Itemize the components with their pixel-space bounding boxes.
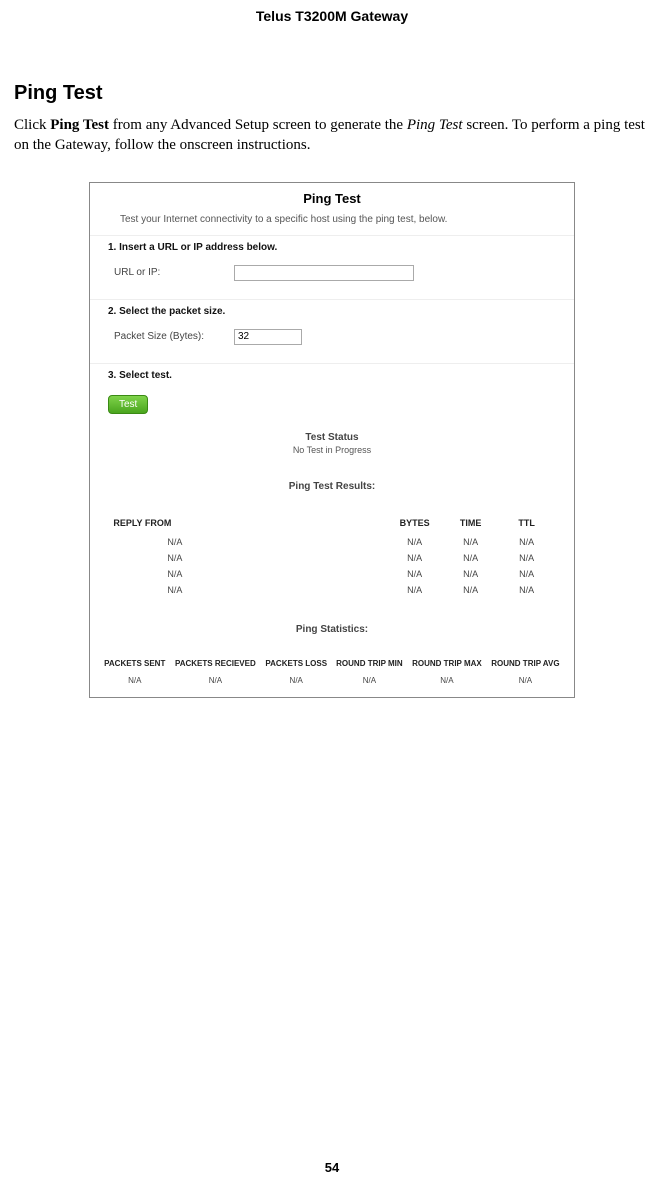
cell-bytes: N/A	[387, 566, 443, 582]
cell-time: N/A	[443, 550, 499, 566]
cell-reply: N/A	[109, 566, 386, 582]
packet-size-input[interactable]	[234, 329, 302, 345]
url-label: URL or IP:	[114, 267, 234, 278]
cell-time: N/A	[443, 582, 499, 598]
cell-ttl: N/A	[499, 566, 555, 582]
cell-time: N/A	[443, 566, 499, 582]
col-rt-max: ROUND TRIP MAX	[407, 657, 486, 674]
body-italic: Ping Test	[407, 117, 463, 133]
col-rt-avg: ROUND TRIP AVG	[487, 657, 565, 674]
table-row: N/A N/A N/A N/A	[109, 566, 554, 582]
screenshot-title: Ping Test	[90, 183, 574, 210]
cell-ttl: N/A	[499, 582, 555, 598]
step2-heading: 2. Select the packet size.	[90, 299, 574, 323]
test-status-text: No Test in Progress	[90, 445, 574, 455]
col-rt-min: ROUND TRIP MIN	[332, 657, 408, 674]
cell-recv: N/A	[170, 674, 261, 687]
results-table: REPLY FROM BYTES TIME TTL N/A N/A N/A N/…	[109, 514, 554, 598]
results-header-row: REPLY FROM BYTES TIME TTL	[109, 514, 554, 534]
cell-rtmax: N/A	[407, 674, 486, 687]
table-row: N/A N/A N/A N/A	[109, 582, 554, 598]
col-time: TIME	[443, 514, 499, 534]
stats-table: PACKETS SENT PACKETS RECIEVED PACKETS LO…	[100, 657, 565, 687]
screenshot-intro: Test your Internet connectivity to a spe…	[90, 210, 574, 235]
table-row: N/A N/A N/A N/A	[109, 550, 554, 566]
cell-bytes: N/A	[387, 550, 443, 566]
page-number: 54	[0, 1160, 664, 1175]
col-bytes: BYTES	[387, 514, 443, 534]
url-input[interactable]	[234, 265, 414, 281]
col-packets-loss: PACKETS LOSS	[261, 657, 332, 674]
step3-heading: 3. Select test.	[90, 363, 574, 387]
cell-ttl: N/A	[499, 534, 555, 550]
packet-size-label: Packet Size (Bytes):	[114, 331, 234, 342]
table-row: N/A N/A N/A N/A	[109, 534, 554, 550]
stats-header-row: PACKETS SENT PACKETS RECIEVED PACKETS LO…	[100, 657, 565, 674]
test-status-heading: Test Status	[90, 432, 574, 443]
body-bold: Ping Test	[50, 117, 109, 133]
cell-reply: N/A	[109, 534, 386, 550]
col-ttl: TTL	[499, 514, 555, 534]
table-row: N/A N/A N/A N/A N/A N/A	[100, 674, 565, 687]
cell-loss: N/A	[261, 674, 332, 687]
step1-heading: 1. Insert a URL or IP address below.	[90, 235, 574, 259]
results-heading: Ping Test Results:	[90, 481, 574, 492]
running-header: Telus T3200M Gateway	[14, 8, 650, 24]
cell-reply: N/A	[109, 582, 386, 598]
stats-heading: Ping Statistics:	[90, 624, 574, 635]
col-packets-sent: PACKETS SENT	[100, 657, 170, 674]
cell-rtavg: N/A	[487, 674, 565, 687]
cell-ttl: N/A	[499, 550, 555, 566]
cell-reply: N/A	[109, 550, 386, 566]
section-title: Ping Test	[14, 82, 650, 105]
col-packets-received: PACKETS RECIEVED	[170, 657, 261, 674]
cell-bytes: N/A	[387, 534, 443, 550]
body-text: Click	[14, 117, 50, 133]
test-button[interactable]: Test	[108, 395, 148, 414]
cell-rtmin: N/A	[332, 674, 408, 687]
cell-sent: N/A	[100, 674, 170, 687]
cell-bytes: N/A	[387, 582, 443, 598]
body-paragraph: Click Ping Test from any Advanced Setup …	[14, 115, 650, 156]
col-reply: REPLY FROM	[109, 514, 386, 534]
body-text: from any Advanced Setup screen to genera…	[109, 117, 407, 133]
cell-time: N/A	[443, 534, 499, 550]
screenshot-panel: Ping Test Test your Internet connectivit…	[89, 182, 575, 698]
